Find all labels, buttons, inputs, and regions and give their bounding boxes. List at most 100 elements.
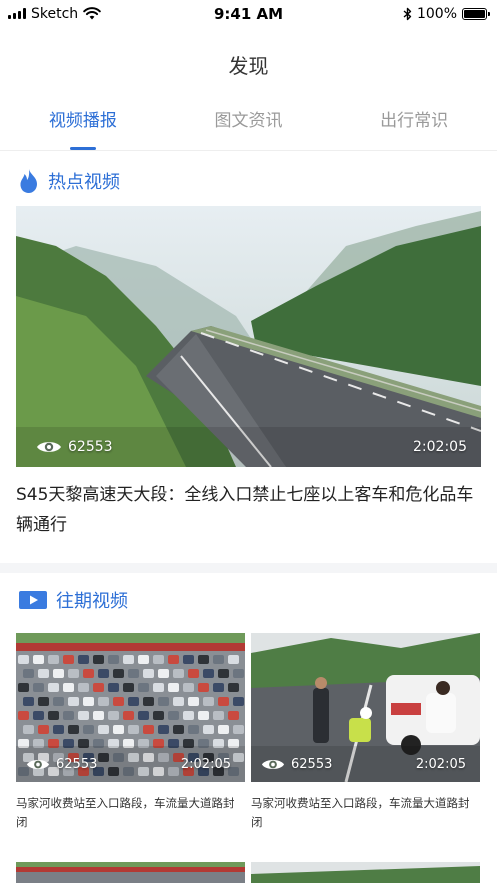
traffic-car-shape xyxy=(213,711,224,720)
battery-icon xyxy=(462,7,490,20)
traffic-car-shape xyxy=(38,669,49,678)
traffic-car-shape xyxy=(183,655,194,664)
traffic-car-shape xyxy=(63,683,74,692)
eye-icon xyxy=(37,442,61,452)
past-video-title[interactable]: 马家河收费站至入口路段，车流量大道路封闭 xyxy=(16,794,245,832)
past-video-thumbnail xyxy=(251,862,480,883)
traffic-car-shape xyxy=(18,655,29,664)
traffic-car-shape xyxy=(168,683,179,692)
status-left: Sketch xyxy=(8,6,101,22)
traffic-car-shape xyxy=(83,669,94,678)
featured-video-title[interactable]: S45天黎高速天大段：全线入口禁止七座以上客车和危化品车辆通行 xyxy=(16,480,481,540)
traffic-car-shape xyxy=(78,711,89,720)
battery-percent: 100% xyxy=(416,5,457,22)
past-video-card-partial[interactable] xyxy=(251,862,480,883)
traffic-car-shape xyxy=(63,655,74,664)
status-bar: Sketch 9:41 AM 100% xyxy=(0,0,497,27)
traffic-car-shape xyxy=(63,711,74,720)
past-videos-heading: 往期视频 xyxy=(18,587,128,613)
tab-article-news[interactable]: 图文资讯 xyxy=(166,100,332,150)
traffic-car-shape xyxy=(78,655,89,664)
traffic-car-shape xyxy=(218,697,229,706)
traffic-car-shape xyxy=(158,697,169,706)
traffic-car-shape xyxy=(143,697,154,706)
traffic-car-shape xyxy=(113,697,124,706)
traffic-car-shape xyxy=(38,725,49,734)
traffic-car-shape xyxy=(68,669,79,678)
hot-videos-heading: 热点视频 xyxy=(18,168,120,194)
traffic-car-shape xyxy=(123,683,134,692)
traffic-car-shape xyxy=(53,697,64,706)
traffic-car-shape xyxy=(213,655,224,664)
traffic-car-shape xyxy=(198,683,209,692)
traffic-car-shape xyxy=(38,697,49,706)
tab-bar: 视频播报 图文资讯 出行常识 xyxy=(0,100,497,150)
featured-video[interactable]: 62553 2:02:05 xyxy=(16,206,481,467)
battery-level xyxy=(464,9,485,18)
traffic-car-shape xyxy=(83,697,94,706)
traffic-car-shape xyxy=(228,683,239,692)
past-videos-label: 往期视频 xyxy=(56,591,128,612)
traffic-car-shape xyxy=(218,725,229,734)
traffic-car-shape xyxy=(153,711,164,720)
past-video-card-partial[interactable] xyxy=(16,862,245,883)
view-count-value: 62553 xyxy=(68,439,113,455)
traffic-car-shape xyxy=(188,697,199,706)
traffic-car-shape xyxy=(33,683,44,692)
flame-icon xyxy=(20,169,37,193)
traffic-car-shape xyxy=(138,655,149,664)
traffic-car-shape xyxy=(68,697,79,706)
traffic-car-shape xyxy=(18,711,29,720)
traffic-car-shape xyxy=(98,725,109,734)
tab-video-news[interactable]: 视频播报 xyxy=(0,100,166,150)
traffic-car-shape xyxy=(158,725,169,734)
traffic-car-shape xyxy=(173,697,184,706)
traffic-car-shape xyxy=(93,655,104,664)
past-video-meta: 62553 2:02:05 xyxy=(251,746,480,782)
traffic-car-shape xyxy=(168,655,179,664)
tab-travel-tips[interactable]: 出行常识 xyxy=(331,100,497,150)
featured-video-meta: 62553 2:02:05 xyxy=(16,427,481,467)
page-title: 发现 xyxy=(228,54,269,78)
traffic-car-shape xyxy=(198,711,209,720)
past-video-thumbnail xyxy=(16,862,245,883)
traffic-car-shape xyxy=(188,725,199,734)
eye-icon xyxy=(261,759,285,769)
traffic-car-shape xyxy=(33,711,44,720)
traffic-car-shape xyxy=(228,711,239,720)
past-video-card[interactable]: 62553 2:02:05 xyxy=(16,633,245,782)
video-duration: 2:02:05 xyxy=(415,756,466,772)
view-count: 62553 xyxy=(26,757,97,772)
traffic-car-shape xyxy=(128,697,139,706)
traffic-car-shape xyxy=(68,725,79,734)
hot-videos-label: 热点视频 xyxy=(48,172,120,193)
section-divider xyxy=(0,563,497,573)
traffic-car-shape xyxy=(108,655,119,664)
traffic-car-shape xyxy=(218,669,229,678)
traffic-car-shape xyxy=(128,725,139,734)
traffic-car-shape xyxy=(233,669,244,678)
video-duration: 2:02:05 xyxy=(413,439,467,455)
traffic-car-shape xyxy=(48,655,59,664)
view-count-value: 62553 xyxy=(291,756,333,772)
view-count: 62553 xyxy=(36,439,113,455)
traffic-car-shape xyxy=(93,711,104,720)
view-count-value: 62553 xyxy=(56,756,98,772)
traffic-car-shape xyxy=(23,697,34,706)
past-video-title[interactable]: 马家河收费站至入口路段，车流量大道路封闭 xyxy=(251,794,480,832)
traffic-car-shape xyxy=(23,725,34,734)
traffic-car-shape xyxy=(228,655,239,664)
traffic-car-shape xyxy=(213,683,224,692)
traffic-car-shape xyxy=(83,725,94,734)
past-video-card[interactable]: 62553 2:02:05 xyxy=(251,633,480,782)
traffic-car-shape xyxy=(138,683,149,692)
traffic-car-shape xyxy=(173,725,184,734)
status-right: 100% xyxy=(403,5,490,22)
video-play-icon xyxy=(19,591,47,609)
traffic-car-shape xyxy=(48,711,59,720)
traffic-car-shape xyxy=(188,669,199,678)
carrier-label: Sketch xyxy=(31,5,79,22)
traffic-car-shape xyxy=(98,669,109,678)
traffic-car-shape xyxy=(153,683,164,692)
traffic-car-shape xyxy=(158,669,169,678)
